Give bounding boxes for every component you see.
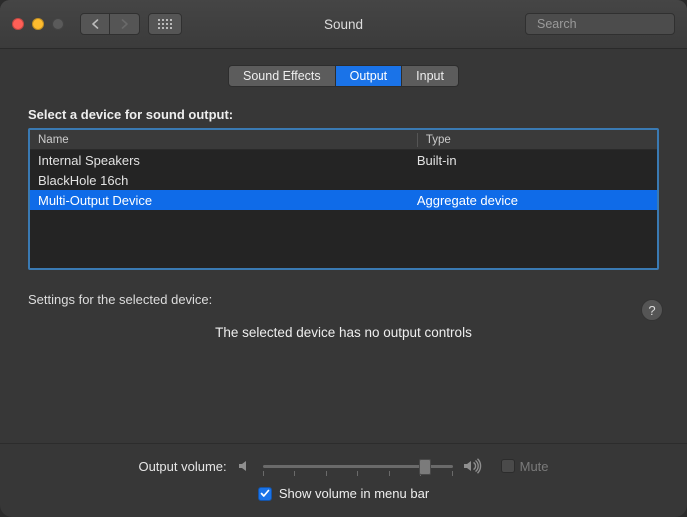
zoom-window-button[interactable]	[52, 18, 64, 30]
no-output-controls-text: The selected device has no output contro…	[28, 325, 659, 340]
help-button[interactable]: ?	[641, 299, 663, 321]
device-name: Multi-Output Device	[38, 193, 417, 208]
grid-icon	[158, 19, 172, 29]
settings-for-device-label: Settings for the selected device:	[28, 292, 659, 307]
tab-output[interactable]: Output	[336, 65, 403, 87]
select-device-label: Select a device for sound output:	[28, 107, 659, 122]
forward-button[interactable]	[110, 13, 140, 35]
show-in-menu-bar-toggle[interactable]: Show volume in menu bar	[28, 486, 659, 501]
device-name: Internal Speakers	[38, 153, 417, 168]
output-volume-label: Output volume:	[138, 459, 226, 474]
search-field[interactable]	[525, 13, 675, 35]
header-divider	[417, 133, 418, 147]
show-all-button[interactable]	[148, 13, 182, 35]
volume-low-icon	[237, 459, 253, 473]
show-volume-label: Show volume in menu bar	[279, 486, 429, 501]
table-row[interactable]: BlackHole 16ch	[30, 170, 657, 190]
sound-preferences-window: Sound Sound Effects Output Input Select …	[0, 0, 687, 517]
volume-high-icon	[463, 458, 485, 474]
table-row[interactable]: Multi-Output Device Aggregate device	[30, 190, 657, 210]
volume-row: Output volume: Mute	[28, 458, 659, 474]
mute-checkbox[interactable]	[501, 459, 515, 473]
minimize-window-button[interactable]	[32, 18, 44, 30]
close-window-button[interactable]	[12, 18, 24, 30]
search-input[interactable]	[537, 17, 687, 31]
tab-sound-effects[interactable]: Sound Effects	[228, 65, 336, 87]
show-volume-checkbox[interactable]	[258, 487, 272, 501]
content-area: Sound Effects Output Input Select a devi…	[0, 49, 687, 443]
nav-back-forward	[80, 13, 140, 35]
column-type[interactable]: Type	[426, 134, 649, 146]
mute-toggle[interactable]: Mute	[501, 459, 549, 474]
footer: Output volume: Mute	[0, 443, 687, 517]
check-icon	[260, 489, 270, 498]
device-table: Name Type Internal Speakers Built-in Bla…	[28, 128, 659, 270]
help-icon: ?	[648, 303, 655, 318]
device-type: Built-in	[417, 153, 649, 168]
tabs: Sound Effects Output Input	[28, 65, 659, 87]
titlebar: Sound	[0, 0, 687, 49]
mute-label: Mute	[520, 459, 549, 474]
device-type: Aggregate device	[417, 193, 649, 208]
column-name[interactable]: Name	[38, 134, 417, 146]
table-header: Name Type	[30, 130, 657, 150]
window-controls	[12, 18, 64, 30]
back-button[interactable]	[80, 13, 110, 35]
table-row[interactable]: Internal Speakers Built-in	[30, 150, 657, 170]
slider-knob[interactable]	[419, 459, 431, 475]
device-name: BlackHole 16ch	[38, 173, 417, 188]
tab-input[interactable]: Input	[402, 65, 459, 87]
output-volume-slider[interactable]	[263, 465, 453, 468]
